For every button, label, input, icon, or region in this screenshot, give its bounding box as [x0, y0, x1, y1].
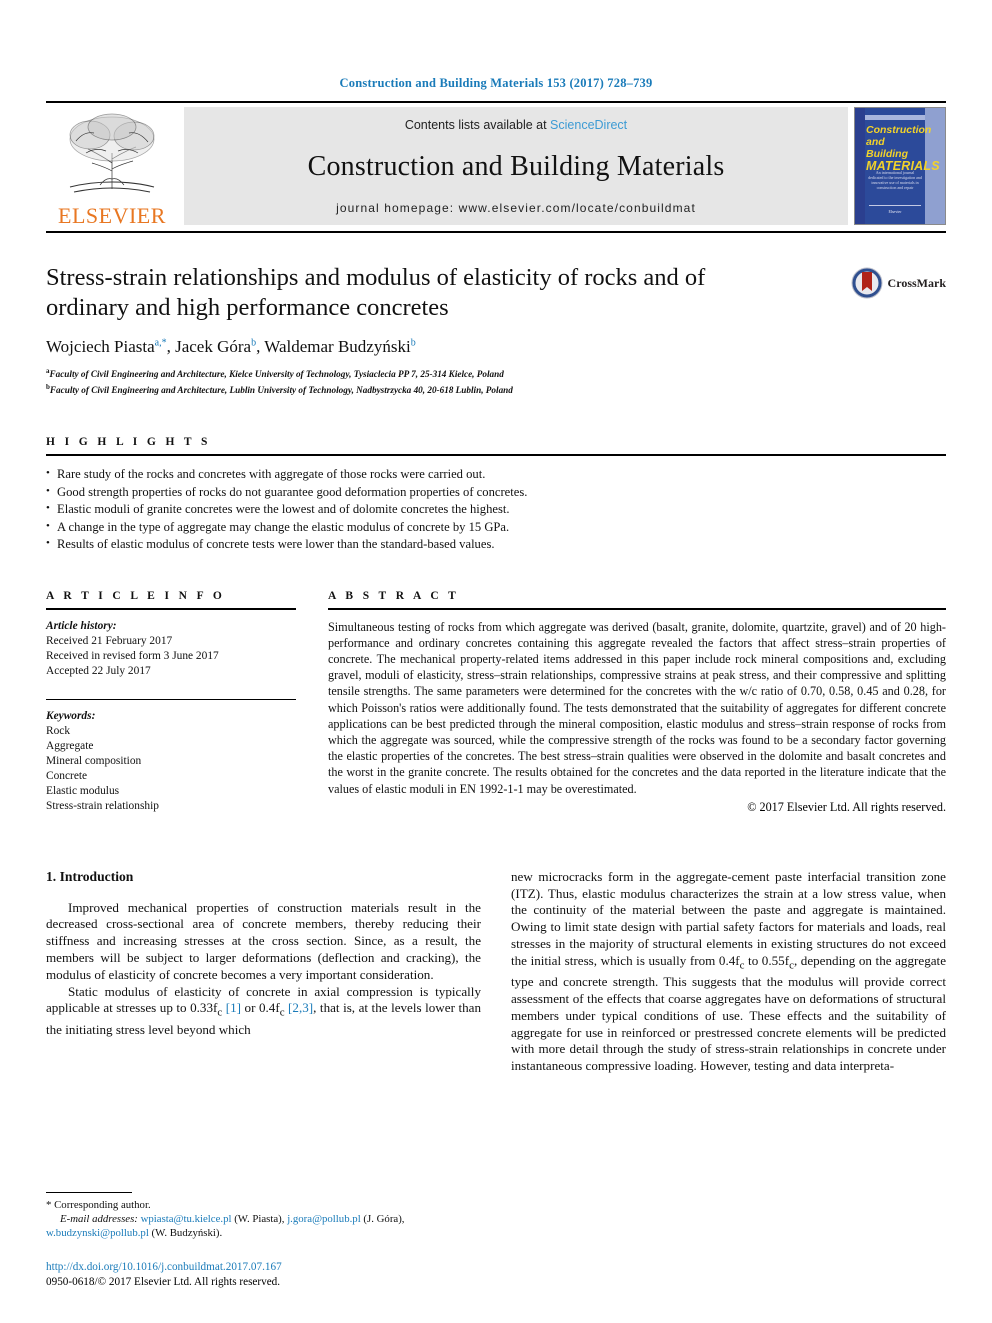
- email-label: E-mail addresses:: [60, 1213, 138, 1225]
- footnote-block: * Corresponding author. E-mail addresses…: [46, 1192, 486, 1289]
- contents-available-line: Contents lists available at ScienceDirec…: [405, 118, 627, 132]
- elsevier-logo-block: ELSEVIER: [46, 103, 178, 231]
- paragraph-text: or 0.4f: [241, 1000, 280, 1016]
- author-name: Waldemar Budzyński: [264, 337, 411, 356]
- keywords-rule: [46, 698, 296, 700]
- author-name: Jacek Góra: [175, 337, 252, 356]
- paragraph-text: to 0.55f: [744, 952, 790, 968]
- affiliation-item: bFaculty of Civil Engineering and Archit…: [46, 381, 946, 397]
- email-link[interactable]: j.gora@pollub.pl: [287, 1213, 361, 1225]
- email-owner: (W. Piasta): [234, 1213, 282, 1225]
- keyword-item: Aggregate: [46, 739, 94, 752]
- article-info-rule: [46, 607, 296, 610]
- title-area: CrossMark Stress-strain relationships an…: [46, 263, 946, 396]
- history-item: Received in revised form 3 June 2017: [46, 649, 219, 662]
- citation-link[interactable]: [2,3]: [288, 1000, 313, 1015]
- journal-banner: Contents lists available at ScienceDirec…: [184, 107, 848, 225]
- info-abstract-section: A R T I C L E I N F O Article history: R…: [46, 590, 946, 815]
- doi-link[interactable]: http://dx.doi.org/10.1016/j.conbuildmat.…: [46, 1260, 486, 1275]
- issn-copyright-line: 0950-0618/© 2017 Elsevier Ltd. All right…: [46, 1275, 281, 1288]
- abstract-copyright: © 2017 Elsevier Ltd. All rights reserved…: [747, 799, 946, 814]
- journal-title: Construction and Building Materials: [307, 150, 725, 182]
- journal-cover-thumbnail: Construction and Building MATERIALS An i…: [854, 107, 946, 225]
- affiliation-list: aFaculty of Civil Engineering and Archit…: [46, 365, 946, 396]
- affiliation-text: Faculty of Civil Engineering and Archite…: [49, 369, 504, 380]
- article-history-block: Article history: Received 21 February 20…: [46, 619, 296, 679]
- author-affil-marker: b: [251, 337, 257, 349]
- cover-footer: Elsevier: [869, 205, 921, 214]
- list-item: Rare study of the rocks and concretes wi…: [46, 465, 946, 484]
- body-column-right: new microcracks form in the aggregate-ce…: [511, 869, 946, 1075]
- affiliation-item: aFaculty of Civil Engineering and Archit…: [46, 365, 946, 381]
- author-affil-marker: a,*: [154, 337, 167, 349]
- keyword-item: Stress-strain relationship: [46, 799, 159, 812]
- list-item: Elastic moduli of granite concretes were…: [46, 500, 946, 519]
- elsevier-tree-icon: [69, 113, 155, 193]
- abstract-column: A B S T R A C T Simultaneous testing of …: [328, 590, 946, 815]
- history-item: Accepted 22 July 2017: [46, 664, 151, 677]
- journal-masthead: ELSEVIER Contents lists available at Sci…: [46, 101, 946, 231]
- abstract-heading: A B S T R A C T: [328, 589, 460, 602]
- running-head: Construction and Building Materials 153 …: [339, 76, 653, 90]
- keywords-label: Keywords:: [46, 709, 96, 722]
- cover-title: Construction and Building MATERIALS: [866, 124, 940, 172]
- paper-page: Construction and Building Materials 153 …: [0, 0, 992, 1323]
- journal-homepage-link[interactable]: journal homepage: www.elsevier.com/locat…: [336, 201, 696, 215]
- email-link[interactable]: wpiasta@tu.kielce.pl: [141, 1213, 232, 1225]
- paragraph-text: , depending on the aggregate type and co…: [511, 952, 947, 1074]
- cover-title-line2: and Building: [866, 136, 908, 160]
- corresponding-author-note: * Corresponding author.: [46, 1199, 151, 1211]
- author-list: Wojciech Piastaa,*, Jacek Górab, Waldema…: [46, 337, 416, 356]
- masthead-bottom-rule: [46, 231, 946, 233]
- email-owner: (W. Budzyński): [151, 1227, 220, 1239]
- email-link[interactable]: w.budzynski@pollub.pl: [46, 1227, 149, 1239]
- list-item: Good strength properties of rocks do not…: [46, 483, 946, 502]
- keyword-item: Mineral composition: [46, 754, 142, 767]
- article-info-heading: A R T I C L E I N F O: [46, 589, 226, 602]
- abstract-text: Simultaneous testing of rocks from which…: [328, 619, 946, 796]
- abstract-rule: [328, 607, 946, 610]
- cover-left-bar: [855, 108, 865, 224]
- body-columns: 1. Introduction Improved mechanical prop…: [46, 869, 946, 1075]
- highlights-list: Rare study of the rocks and concretes wi…: [46, 465, 946, 554]
- keywords-block: Keywords: Rock Aggregate Mineral composi…: [46, 709, 296, 814]
- highlights-heading: H I G H L I G H T S: [46, 436, 211, 449]
- list-item: A change in the type of aggregate may ch…: [46, 518, 946, 537]
- subscript-c: c: [217, 1007, 223, 1020]
- subscript-c: c: [279, 1007, 285, 1020]
- elsevier-wordmark: ELSEVIER: [58, 203, 166, 228]
- article-info-column: A R T I C L E I N F O Article history: R…: [46, 590, 296, 815]
- highlights-rule: [46, 454, 946, 457]
- keyword-item: Rock: [46, 724, 71, 737]
- contents-prefix: Contents lists available at: [404, 118, 551, 132]
- author-name: Wojciech Piasta: [46, 337, 155, 356]
- paragraph: new microcracks form in the aggregate-ce…: [511, 869, 946, 1075]
- citation-link[interactable]: [1]: [226, 1000, 241, 1015]
- cover-top-bar: [865, 115, 925, 120]
- paragraph: Static modulus of elasticity of concrete…: [46, 984, 481, 1039]
- history-item: Received 21 February 2017: [46, 634, 173, 647]
- paragraph: Improved mechanical properties of constr…: [46, 899, 481, 982]
- keyword-item: Concrete: [46, 769, 88, 782]
- cover-title-line1: Construction: [866, 124, 932, 136]
- doi-block: http://dx.doi.org/10.1016/j.conbuildmat.…: [46, 1260, 486, 1289]
- keyword-item: Elastic modulus: [46, 784, 120, 797]
- crossmark-icon: [851, 267, 883, 299]
- page-title: Stress-strain relationships and modulus …: [46, 264, 706, 321]
- footnote-rule: [46, 1192, 132, 1193]
- sciencedirect-link[interactable]: ScienceDirect: [550, 118, 627, 132]
- highlights-section: H I G H L I G H T S Rare study of the ro…: [46, 436, 946, 554]
- list-item: Results of elastic modulus of concrete t…: [46, 535, 946, 554]
- email-addresses-note: E-mail addresses: wpiasta@tu.kielce.pl (…: [46, 1213, 405, 1239]
- body-column-left: 1. Introduction Improved mechanical prop…: [46, 869, 481, 1075]
- email-owner: (J. Góra): [363, 1213, 402, 1225]
- cover-blurb: An international journal dedicated to th…: [868, 170, 922, 190]
- author-affil-marker: b: [410, 337, 416, 349]
- article-history-label: Article history:: [46, 619, 117, 632]
- crossmark-label: CrossMark: [887, 275, 946, 290]
- crossmark-badge[interactable]: CrossMark: [851, 267, 946, 299]
- section-heading-introduction: 1. Introduction: [46, 868, 134, 884]
- affiliation-text: Faculty of Civil Engineering and Archite…: [49, 384, 513, 395]
